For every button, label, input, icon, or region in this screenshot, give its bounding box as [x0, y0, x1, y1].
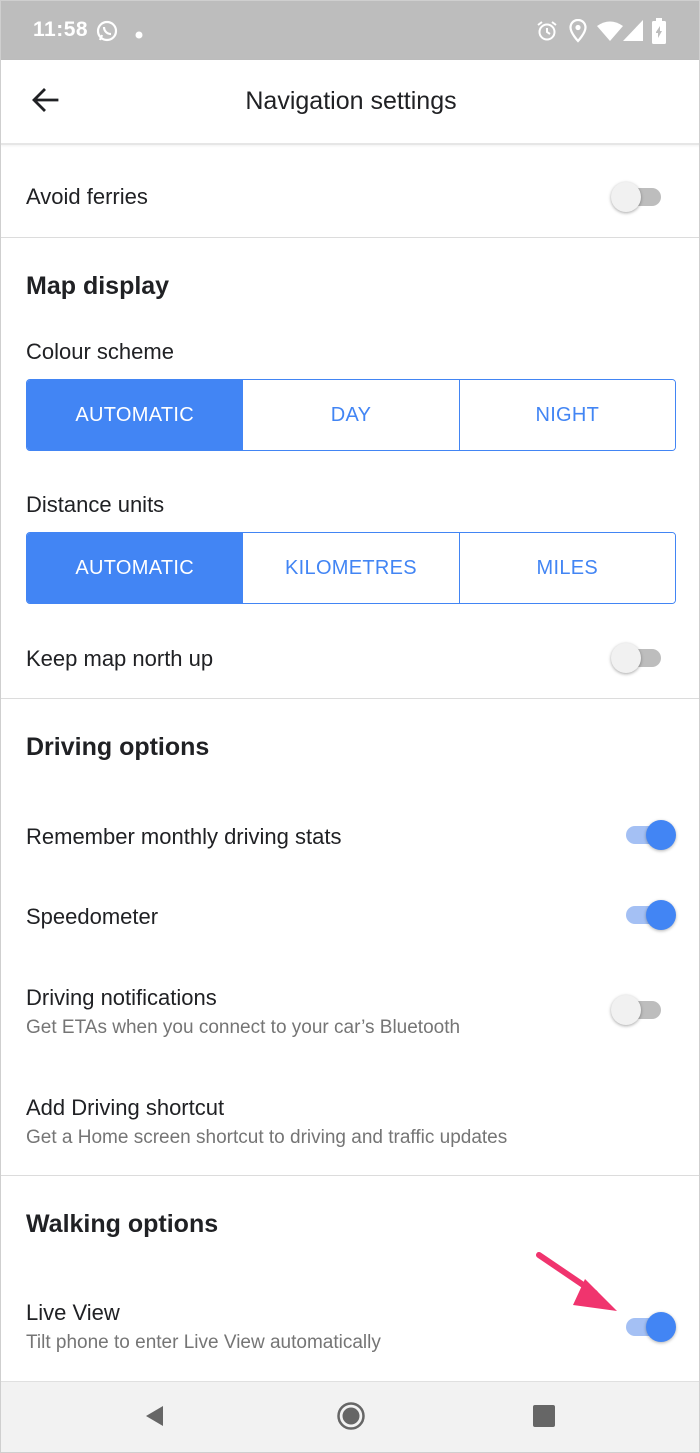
divider: [1, 1175, 699, 1176]
monthly-stats-label: Remember monthly driving stats: [26, 824, 342, 849]
toggle-thumb: [646, 900, 676, 930]
nav-recents-button[interactable]: [528, 1402, 560, 1434]
signal-icon: [623, 20, 643, 46]
page-title: Navigation settings: [245, 87, 457, 115]
dot-icon: [135, 26, 143, 44]
map-display-title: Map display: [26, 272, 170, 300]
speedometer-toggle[interactable]: [618, 897, 678, 933]
walking-options-title: Walking options: [26, 1210, 219, 1238]
keep-north-up-label: Keep map north up: [26, 646, 214, 671]
speedometer-label: Speedometer: [26, 904, 159, 929]
driving-notifications-label: Driving notifications: [26, 985, 217, 1010]
whatsapp-icon: [95, 19, 119, 48]
home-circle-icon: [336, 1401, 366, 1436]
distance-units-label: Distance units: [26, 492, 165, 517]
pointer-arrow-icon: [536, 1252, 617, 1311]
divider: [1, 698, 699, 699]
status-time: 11:58: [33, 18, 89, 41]
driving-notifications-description: Get ETAs when you connect to your car’s …: [26, 1017, 461, 1038]
distance-units-miles-button[interactable]: MILES: [458, 533, 675, 603]
app-bar: Navigation settings: [1, 60, 699, 145]
keep-north-up-toggle[interactable]: [611, 640, 671, 676]
battery-icon: [651, 18, 667, 49]
toggle-thumb: [611, 995, 641, 1025]
live-view-toggle[interactable]: [618, 1309, 678, 1345]
add-driving-shortcut-row[interactable]: Add Driving shortcut Get a Home screen s…: [1, 1081, 699, 1171]
colour-scheme-night-button[interactable]: NIGHT: [458, 380, 675, 450]
distance-units-automatic-button[interactable]: AUTOMATIC: [27, 533, 243, 603]
status-bar: 11:58: [1, 1, 699, 60]
distance-units-kilometres-button[interactable]: KILOMETRES: [242, 533, 459, 603]
back-triangle-icon: [143, 1404, 165, 1433]
toggle-thumb: [611, 182, 641, 212]
colour-scheme-day-button[interactable]: DAY: [242, 380, 459, 450]
monthly-stats-toggle[interactable]: [618, 817, 678, 853]
nav-home-button[interactable]: [335, 1401, 367, 1436]
add-driving-shortcut-description: Get a Home screen shortcut to driving an…: [26, 1127, 508, 1148]
recents-square-icon: [532, 1404, 556, 1433]
driving-notifications-toggle[interactable]: [611, 992, 671, 1028]
driving-options-title: Driving options: [26, 733, 210, 761]
alarm-icon: [536, 20, 558, 47]
live-view-description: Tilt phone to enter Live View automatica…: [26, 1332, 381, 1353]
toggle-thumb: [611, 643, 641, 673]
avoid-ferries-label: Avoid ferries: [26, 184, 148, 209]
colour-scheme-automatic-button[interactable]: AUTOMATIC: [27, 380, 243, 450]
toggle-thumb: [646, 1312, 676, 1342]
colour-scheme-selector: AUTOMATIC DAY NIGHT: [26, 379, 676, 451]
location-icon: [569, 18, 587, 48]
nav-back-button[interactable]: [138, 1402, 170, 1434]
add-driving-shortcut-label: Add Driving shortcut: [26, 1095, 225, 1120]
divider: [1, 237, 699, 238]
wifi-icon: [597, 21, 623, 46]
system-nav-bar: [1, 1381, 699, 1452]
live-view-label: Live View: [26, 1300, 120, 1325]
screen: 11:58 Navigation settings Avoid ferries …: [0, 0, 700, 1453]
toggle-thumb: [646, 820, 676, 850]
colour-scheme-label: Colour scheme: [26, 339, 174, 364]
avoid-ferries-toggle[interactable]: [611, 179, 671, 215]
distance-units-selector: AUTOMATIC KILOMETRES MILES: [26, 532, 676, 604]
